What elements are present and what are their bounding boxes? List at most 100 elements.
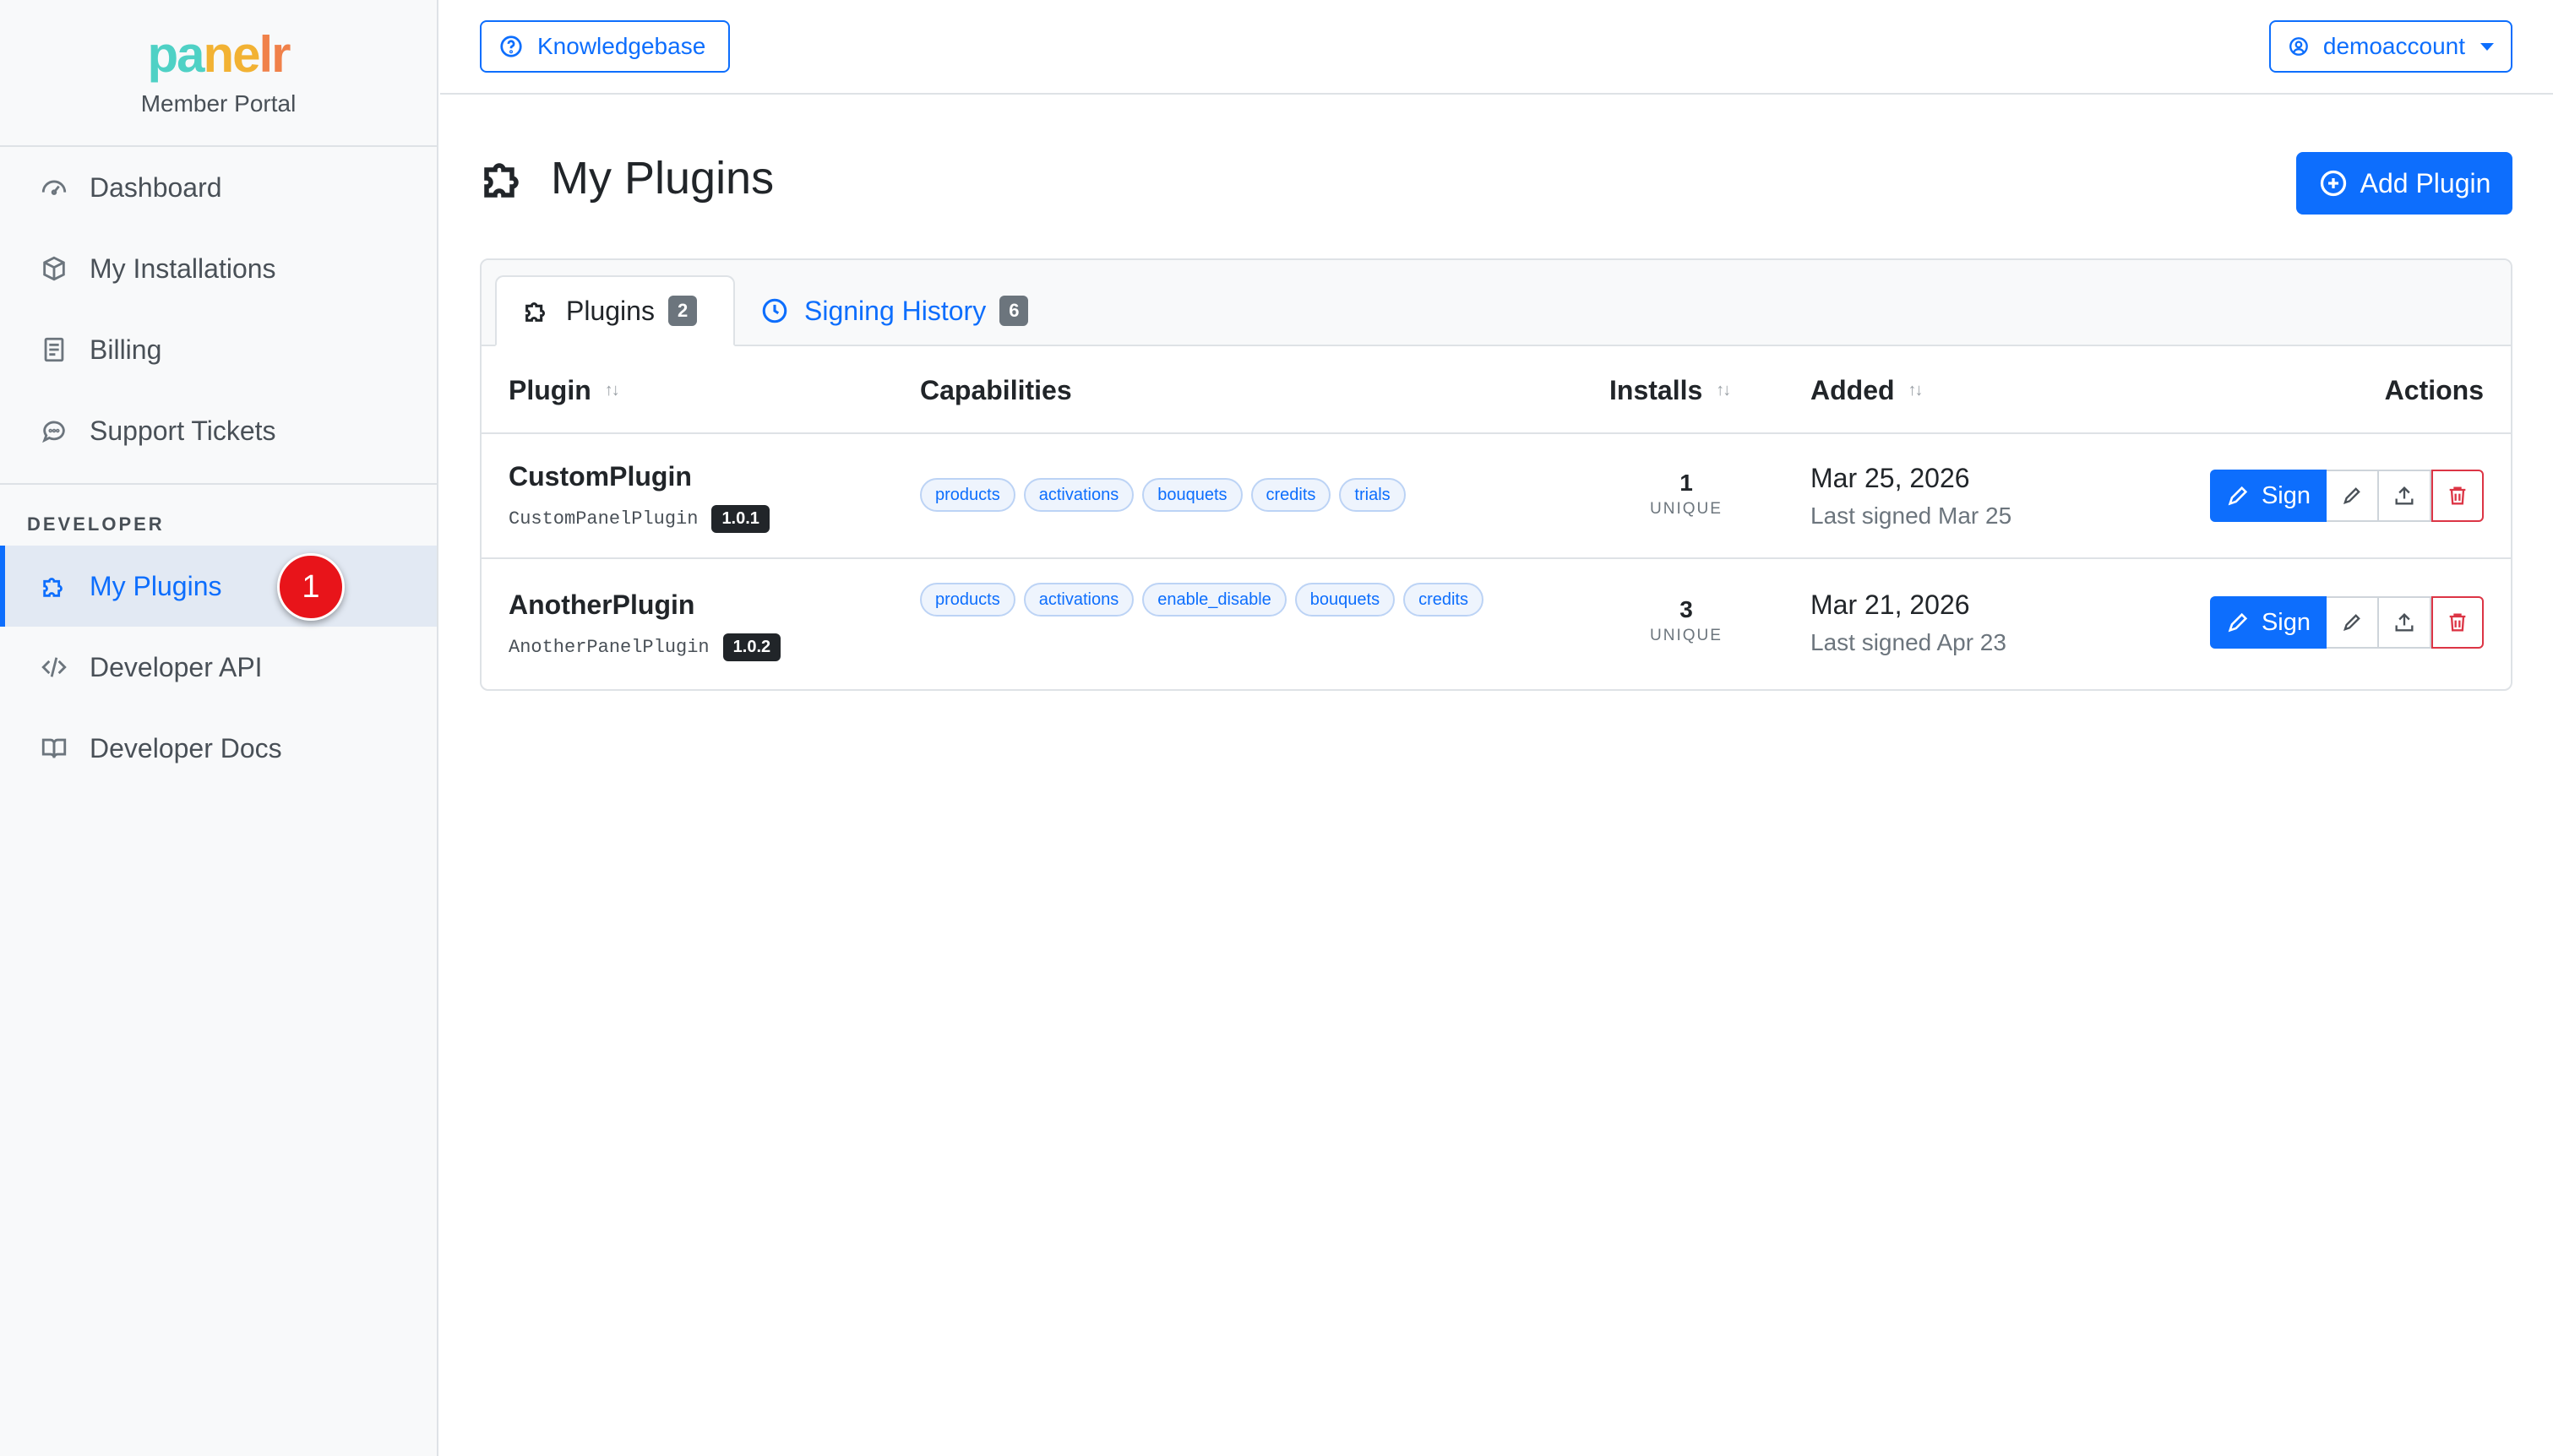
tab-plugins[interactable]: Plugins 2 <box>495 275 735 346</box>
sidebar-item-billing[interactable]: Billing <box>0 309 437 390</box>
capability-badge: credits <box>1403 583 1483 617</box>
pencil-icon <box>2343 614 2360 632</box>
sidebar-item-label: Developer API <box>90 651 263 682</box>
header-plugin[interactable]: Plugin ↑↓ <box>509 346 620 434</box>
added-cell: Mar 25, 2026 Last signed Mar 25 <box>1810 463 2011 530</box>
pen-icon <box>2228 612 2248 633</box>
capabilities-list: products activations bouquets credits tr… <box>920 478 1494 512</box>
plus-circle-icon <box>2320 170 2346 197</box>
capability-badge: bouquets <box>1294 583 1396 617</box>
upload-button[interactable] <box>2379 596 2431 649</box>
gauge-icon <box>37 171 71 204</box>
edit-button[interactable] <box>2327 470 2379 522</box>
header-added[interactable]: Added ↑↓ <box>1810 346 1924 434</box>
installs-count: 1 <box>1679 470 1693 496</box>
added-date: Mar 25, 2026 <box>1810 463 1970 493</box>
pen-icon <box>2228 486 2248 506</box>
capability-badge: products <box>920 583 1015 617</box>
capability-badge: activations <box>1023 478 1135 512</box>
clock-icon <box>762 298 787 323</box>
step-number-badge: 1 <box>277 553 345 621</box>
table-row: AnotherPlugin AnotherPanelPlugin 1.0.2 p… <box>482 559 2511 689</box>
upload-icon <box>2395 613 2414 632</box>
last-signed: Last signed Apr 23 <box>1810 629 2006 655</box>
header-capabilities: Capabilities <box>920 374 1072 405</box>
trash-icon <box>2449 486 2466 505</box>
plugin-name: AnotherPlugin <box>509 589 695 620</box>
count-badge: 6 <box>999 296 1029 326</box>
delete-button[interactable] <box>2431 470 2484 522</box>
puzzle-icon <box>525 302 545 322</box>
edit-button[interactable] <box>2327 596 2379 649</box>
sidebar-item-label: Dashboard <box>90 171 222 203</box>
book-icon <box>37 731 71 765</box>
upload-button[interactable] <box>2379 470 2431 522</box>
plugin-class: CustomPanelPlugin 1.0.1 <box>509 505 770 533</box>
trash-icon <box>2449 613 2466 632</box>
sidebar-item-developer-docs[interactable]: Developer Docs <box>0 708 437 789</box>
sort-icon: ↑↓ <box>1716 380 1731 399</box>
tab-label: Signing History <box>804 295 987 326</box>
count-badge: 2 <box>667 296 698 326</box>
pencil-icon <box>2343 487 2360 505</box>
question-circle-icon <box>500 35 522 57</box>
knowledgebase-button[interactable]: Knowledgebase <box>480 20 730 73</box>
sign-button[interactable]: Sign <box>2210 596 2327 649</box>
page-title-text: My Plugins <box>551 153 775 204</box>
sidebar: panelr Member Portal Dashboard My Instal… <box>0 0 438 1456</box>
brand-subtitle: Member Portal <box>140 90 297 117</box>
tab-signing-history[interactable]: Signing History 6 <box>735 275 1053 346</box>
tab-label: Plugins <box>566 295 655 326</box>
page-title: My Plugins <box>478 150 774 206</box>
header-installs[interactable]: Installs ↑↓ <box>1609 346 1731 434</box>
add-plugin-button[interactable]: Add Plugin <box>2296 152 2512 215</box>
sidebar-item-dashboard[interactable]: Dashboard <box>0 147 437 228</box>
capability-badge: bouquets <box>1142 478 1243 512</box>
knowledgebase-label: Knowledgebase <box>537 33 706 59</box>
installs-cell: 1 UNIQUE <box>1602 470 1771 519</box>
plugin-class: AnotherPanelPlugin 1.0.2 <box>509 633 781 661</box>
installs-unit: UNIQUE <box>1650 500 1723 518</box>
add-plugin-label: Add Plugin <box>2360 167 2491 198</box>
main-nav: Dashboard My Installations Billing Suppo… <box>0 147 437 789</box>
tab-bar: Plugins 2 Signing History 6 <box>482 260 2511 346</box>
header-actions: Actions <box>2384 374 2484 405</box>
added-cell: Mar 21, 2026 Last signed Apr 23 <box>1810 589 2006 656</box>
sidebar-item-installations[interactable]: My Installations <box>0 228 437 309</box>
sidebar-item-my-plugins[interactable]: My Plugins 1 <box>0 546 437 627</box>
plugins-card: Plugins 2 Signing History 6 Plugin ↑↓ Cap… <box>480 258 2512 691</box>
box-icon <box>37 252 71 285</box>
sign-button[interactable]: Sign <box>2210 470 2327 522</box>
version-badge: 1.0.2 <box>722 633 781 661</box>
capability-badge: enable_disable <box>1142 583 1287 617</box>
last-signed: Last signed Mar 25 <box>1810 503 2012 529</box>
plugin-name: CustomPlugin <box>509 461 692 492</box>
logo[interactable]: panelr <box>147 28 291 82</box>
sidebar-item-support[interactable]: Support Tickets <box>0 390 437 471</box>
sidebar-item-label: Billing <box>90 334 162 365</box>
user-circle-icon <box>2289 37 2308 56</box>
sort-icon: ↑↓ <box>604 380 620 399</box>
capability-badge: activations <box>1023 583 1135 617</box>
version-badge: 1.0.1 <box>711 505 770 533</box>
developer-heading: DEVELOPER <box>27 513 165 535</box>
delete-button[interactable] <box>2431 596 2484 649</box>
sidebar-item-label: Developer Docs <box>90 732 282 763</box>
capability-badge: trials <box>1339 478 1406 512</box>
sort-icon: ↑↓ <box>1908 380 1924 399</box>
installs-count: 3 <box>1679 596 1693 622</box>
installs-cell: 3 UNIQUE <box>1602 596 1771 645</box>
row-actions: Sign <box>2210 470 2484 522</box>
row-actions: Sign <box>2210 596 2484 649</box>
upload-icon <box>2395 486 2414 505</box>
table-header: Plugin ↑↓ Capabilities Installs ↑↓ Added ↑↓… <box>482 346 2511 434</box>
account-label: demoaccount <box>2322 33 2465 59</box>
installs-unit: UNIQUE <box>1650 627 1723 644</box>
sidebar-item-developer-api[interactable]: Developer API <box>0 627 437 708</box>
sidebar-item-label: Support Tickets <box>90 415 276 446</box>
code-icon <box>37 650 71 684</box>
capability-badge: products <box>920 478 1015 512</box>
capability-badge: credits <box>1250 478 1331 512</box>
account-dropdown[interactable]: demoaccount <box>2269 20 2512 73</box>
added-date: Mar 21, 2026 <box>1810 589 1970 620</box>
